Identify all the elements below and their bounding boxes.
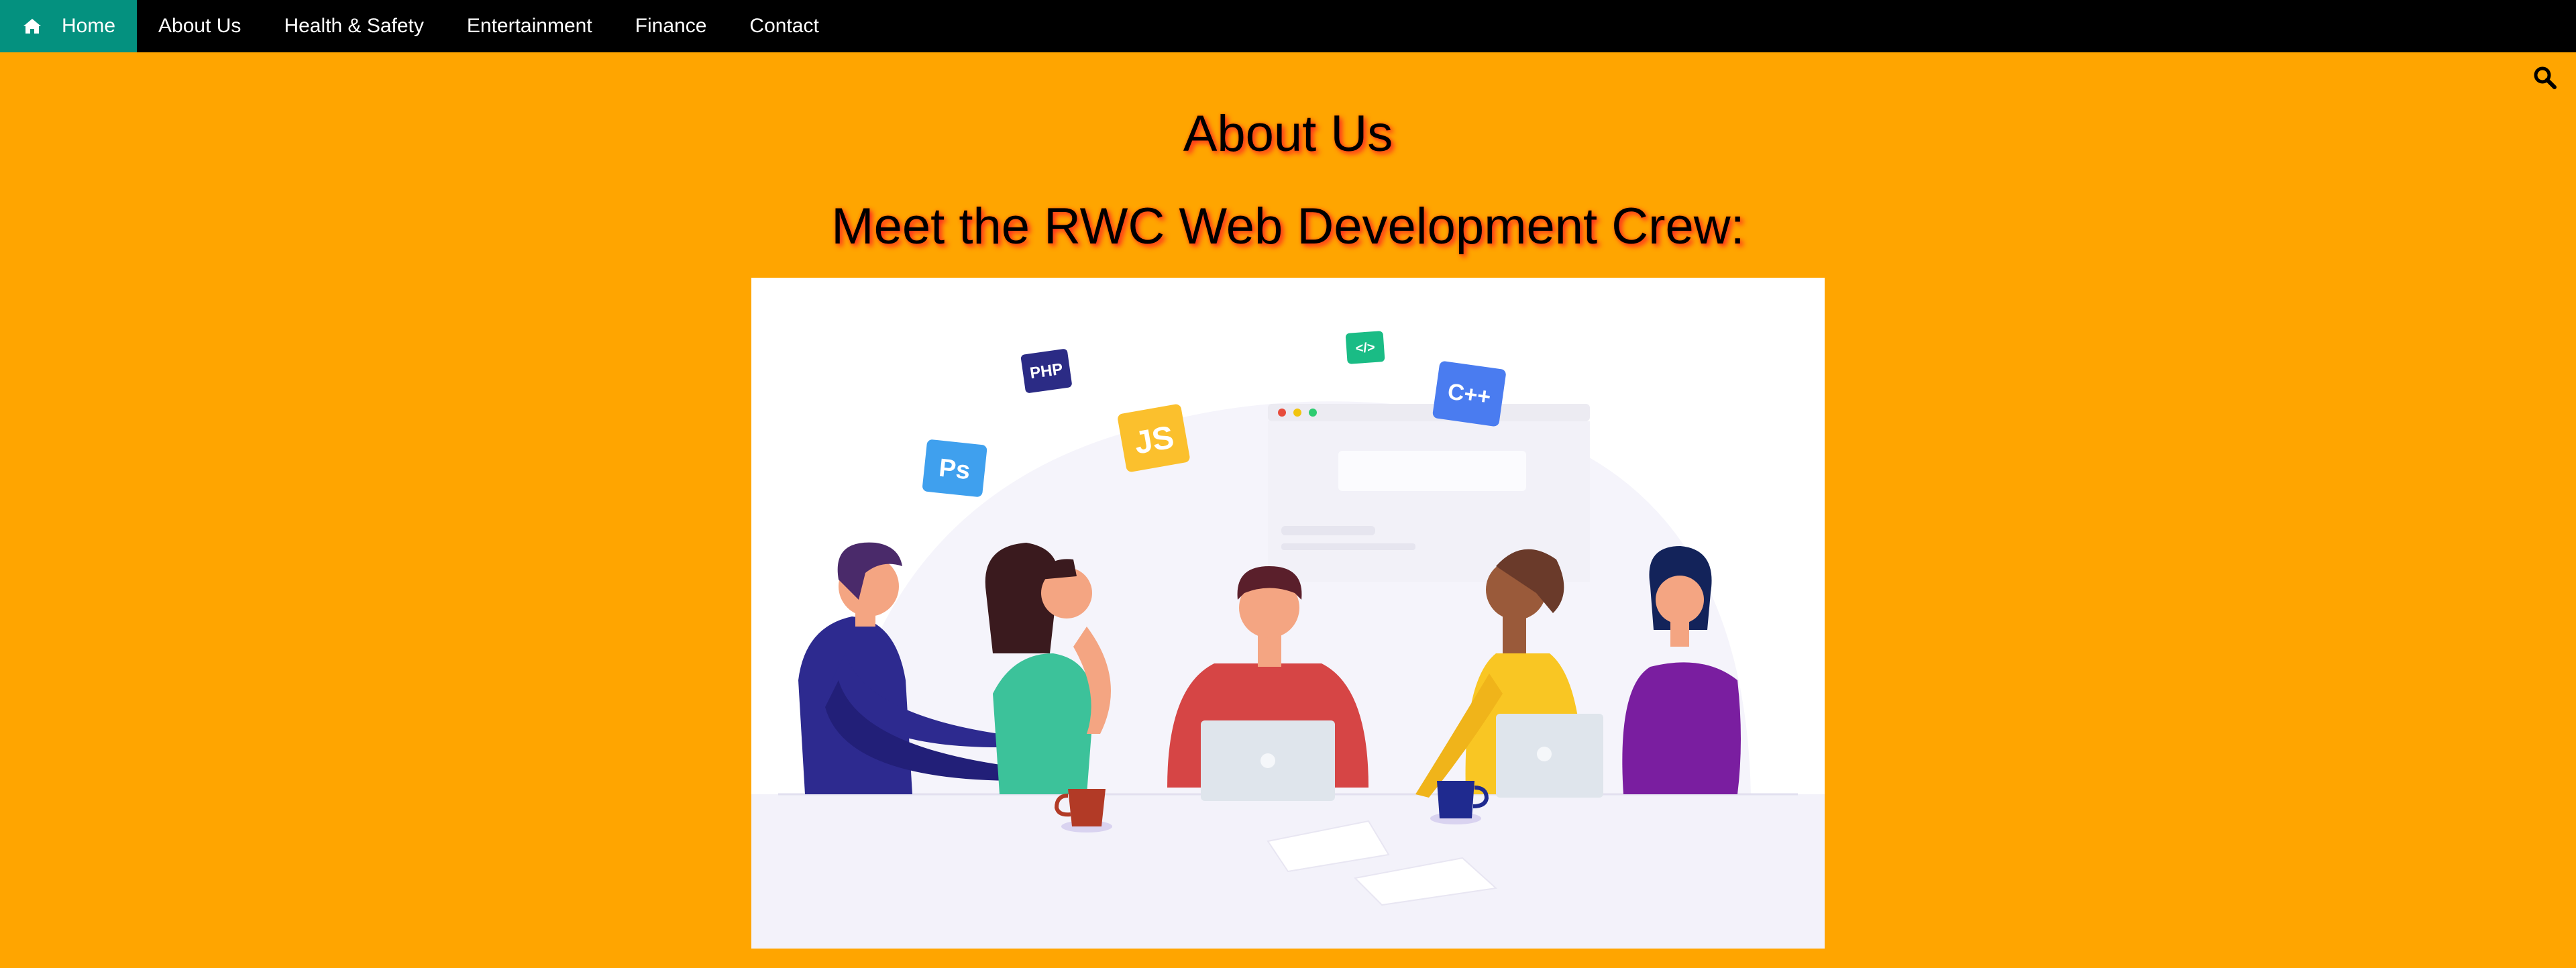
svg-text:JS: JS bbox=[1132, 419, 1177, 461]
badge-ps: Ps bbox=[922, 439, 987, 497]
svg-text:</>: </> bbox=[1355, 340, 1375, 356]
page-title: About Us bbox=[1183, 105, 1393, 162]
nav-item-home[interactable]: Home bbox=[0, 0, 138, 52]
badge-code: </> bbox=[1345, 331, 1385, 364]
nav-item-finance[interactable]: Finance bbox=[614, 0, 729, 52]
svg-text:Ps: Ps bbox=[938, 454, 972, 486]
nav-item-health-safety[interactable]: Health & Safety bbox=[262, 0, 445, 52]
badge-cpp: C++ bbox=[1432, 361, 1506, 427]
home-icon bbox=[23, 17, 42, 35]
nav-item-contact[interactable]: Contact bbox=[728, 0, 840, 52]
search-button[interactable] bbox=[2533, 66, 2557, 90]
badge-php: PHP bbox=[1020, 349, 1072, 393]
team-illustration: PHP Ps JS </> C++ bbox=[751, 278, 1825, 949]
nav-item-entertainment[interactable]: Entertainment bbox=[445, 0, 614, 52]
nav-item-about-us[interactable]: About Us bbox=[137, 0, 262, 52]
badge-js: JS bbox=[1118, 404, 1190, 472]
top-navbar: Home About Us Health & Safety Entertainm… bbox=[0, 0, 2576, 52]
search-icon bbox=[2534, 66, 2557, 89]
nav-item-label: Home bbox=[62, 15, 116, 37]
page-subtitle: Meet the RWC Web Development Crew: bbox=[831, 198, 1745, 255]
